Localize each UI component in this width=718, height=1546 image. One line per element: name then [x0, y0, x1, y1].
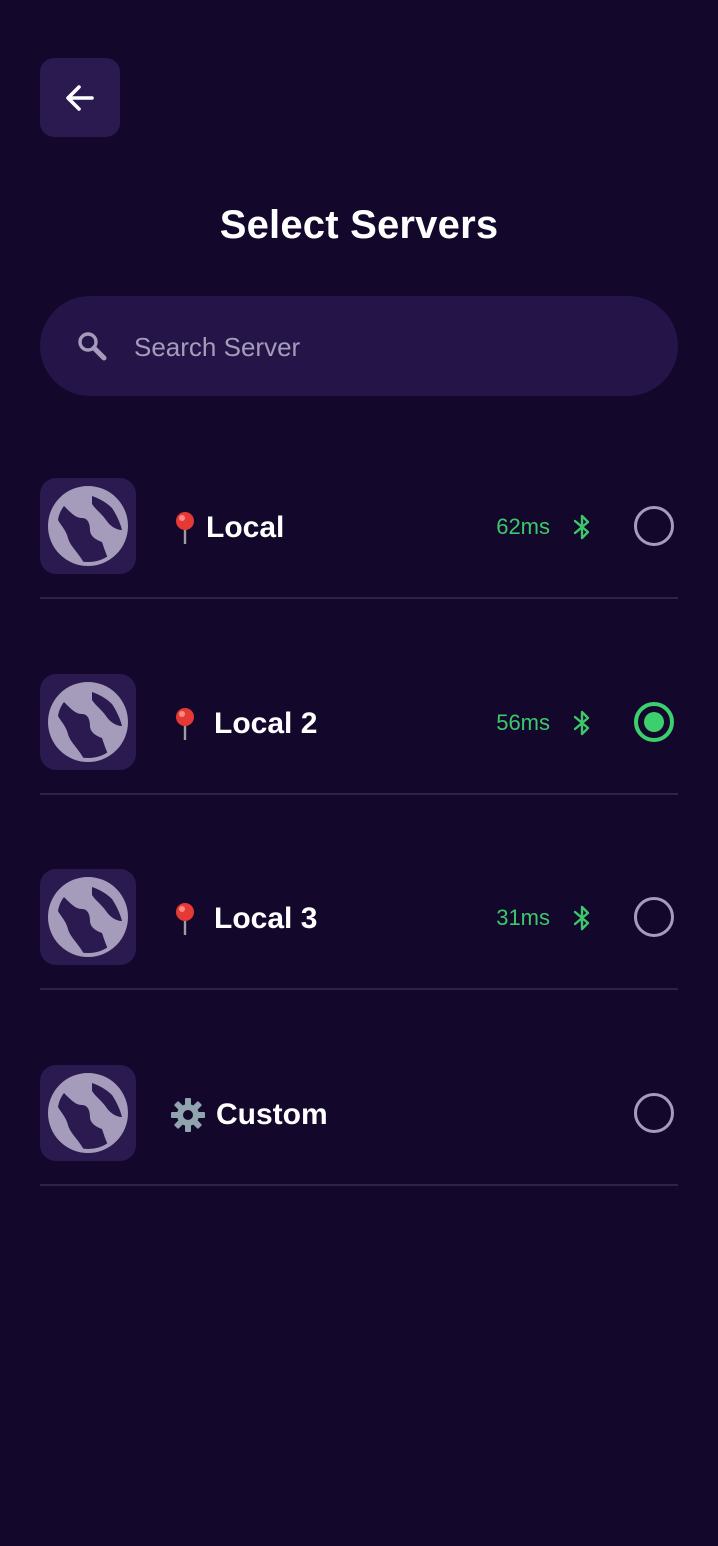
server-icon-tile	[40, 1064, 136, 1161]
bluetooth-icon	[573, 710, 590, 735]
map-pin-icon	[176, 903, 194, 935]
back-button[interactable]	[40, 58, 120, 137]
server-name: Local 3	[170, 899, 317, 939]
divider	[40, 1183, 678, 1186]
globe-icon	[48, 1072, 128, 1153]
server-icon-tile	[40, 869, 136, 965]
server-name-label: Local 3	[214, 902, 318, 935]
page-title: Select Servers	[219, 203, 499, 247]
gear-icon	[171, 1097, 205, 1132]
divider	[40, 988, 678, 990]
server-radio-button[interactable]	[634, 506, 674, 546]
search-input[interactable]	[132, 322, 636, 372]
bluetooth-icon	[573, 905, 590, 931]
server-row-local[interactable]: Local 62ms	[40, 478, 678, 674]
server-radio-button[interactable]	[634, 897, 674, 937]
server-name: Local 2	[170, 704, 317, 744]
server-name-label: Custom	[216, 1097, 328, 1131]
search-bar[interactable]	[40, 296, 678, 396]
bluetooth-icon	[573, 514, 590, 540]
globe-icon	[48, 877, 128, 957]
globe-icon	[48, 681, 128, 762]
server-row-custom[interactable]: Custom	[40, 1064, 678, 1261]
server-radio-button[interactable]	[634, 1092, 674, 1133]
ping-value: 62ms	[496, 514, 550, 539]
divider	[40, 597, 678, 599]
server-name-label: Local	[206, 511, 285, 544]
server-list: Local 62ms Local 2 56ms Local 3 31ms Cus…	[40, 478, 678, 1260]
server-name-label: Local 2	[214, 706, 318, 740]
server-row-local-3[interactable]: Local 3 31ms	[40, 869, 678, 1065]
ping-value: 31ms	[496, 905, 550, 930]
ping-value: 56ms	[496, 709, 550, 735]
server-icon-tile	[40, 478, 136, 574]
server-radio-button-selected[interactable]	[634, 701, 674, 742]
arrow-left-icon	[66, 84, 94, 111]
search-icon	[78, 332, 107, 361]
divider	[40, 792, 678, 795]
globe-icon	[48, 486, 128, 566]
server-row-local-2[interactable]: Local 2 56ms	[40, 673, 678, 870]
server-name: Custom	[170, 1095, 328, 1135]
map-pin-icon	[176, 707, 194, 740]
server-name: Local	[170, 508, 284, 548]
server-icon-tile	[40, 673, 136, 770]
map-pin-icon	[176, 512, 194, 544]
